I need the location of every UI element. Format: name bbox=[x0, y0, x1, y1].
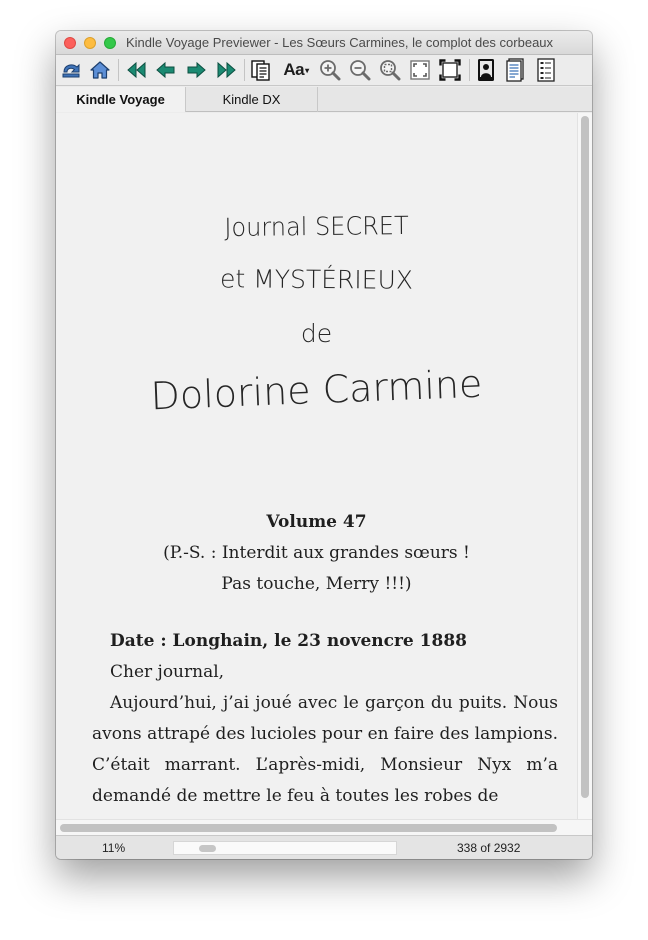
location-indicator: 338 of 2932 bbox=[457, 841, 521, 855]
location-slider[interactable] bbox=[173, 841, 397, 855]
horizontal-scrollbar[interactable] bbox=[56, 819, 592, 835]
table-of-contents-icon bbox=[535, 58, 557, 82]
toolbar-separator bbox=[118, 59, 119, 81]
text-view-button[interactable] bbox=[504, 58, 528, 82]
postscript-line-1: (P.-S. : Interdit aux grandes sœurs ! bbox=[163, 543, 470, 563]
last-page-button[interactable] bbox=[214, 58, 238, 82]
cover-view-button[interactable] bbox=[474, 58, 498, 82]
journal-salutation: Cher journal, bbox=[110, 662, 225, 682]
font-size-label: Aa bbox=[283, 60, 305, 79]
status-bar: 11% 338 of 2932 bbox=[56, 835, 592, 859]
zoom-in-button[interactable] bbox=[318, 58, 342, 82]
book-cover-icon bbox=[475, 58, 497, 82]
title-bar[interactable]: Kindle Voyage Previewer - Les Sœurs Carm… bbox=[56, 31, 592, 55]
toolbar-separator bbox=[469, 59, 470, 81]
book-page[interactable]: Journal SECRET et MYSTÉRIEUX de Dolorine… bbox=[56, 113, 577, 819]
left-arrow-icon bbox=[155, 61, 177, 79]
zoom-out-button[interactable] bbox=[348, 58, 372, 82]
journal-body-paragraph: Aujourd’hui, j’ai joué avec le garçon du… bbox=[92, 693, 558, 806]
font-size-icon: Aa▾ bbox=[283, 60, 309, 80]
document-pages-icon bbox=[250, 59, 272, 81]
full-screen-icon bbox=[439, 59, 461, 81]
journal-title-line-3: de bbox=[300, 319, 333, 348]
close-window-button[interactable] bbox=[64, 37, 76, 49]
journal-date: Date : Longhain, le 23 novencre 1888 bbox=[110, 631, 467, 651]
journal-title-line-2: et MYSTÉRIEUX bbox=[219, 264, 414, 295]
fit-to-window-button[interactable] bbox=[408, 58, 432, 82]
horizontal-scroll-thumb[interactable] bbox=[60, 824, 557, 832]
undo-arrow-icon bbox=[60, 60, 82, 80]
previewer-window: Kindle Voyage Previewer - Les Sœurs Carm… bbox=[56, 31, 592, 859]
double-right-arrow-icon bbox=[215, 61, 237, 79]
page-text-icon bbox=[505, 58, 527, 82]
volume-number: Volume 47 bbox=[266, 512, 367, 532]
next-page-button[interactable] bbox=[184, 58, 208, 82]
journal-title-line-1: Journal SECRET bbox=[224, 210, 409, 243]
back-button[interactable] bbox=[59, 58, 83, 82]
home-icon bbox=[89, 60, 111, 80]
zoom-out-icon bbox=[349, 59, 371, 81]
font-size-button[interactable]: Aa▾ bbox=[279, 58, 313, 82]
first-page-button[interactable] bbox=[125, 58, 149, 82]
postscript-line-2: Pas touche, Merry !!!) bbox=[221, 574, 412, 594]
previous-page-button[interactable] bbox=[154, 58, 178, 82]
font-size-caret: ▾ bbox=[305, 66, 309, 76]
right-arrow-icon bbox=[185, 61, 207, 79]
fit-window-icon bbox=[409, 59, 431, 81]
zoom-in-icon bbox=[319, 59, 341, 81]
minimize-window-button[interactable] bbox=[84, 37, 96, 49]
tab-kindle-dx[interactable]: Kindle DX bbox=[186, 87, 318, 112]
zoom-fit-button[interactable] bbox=[378, 58, 402, 82]
toolbar-separator bbox=[244, 59, 245, 81]
home-button[interactable] bbox=[88, 58, 112, 82]
device-tabs: Kindle Voyage Kindle DX bbox=[56, 87, 592, 112]
toolbar: Aa▾ bbox=[56, 55, 592, 86]
zoom-fit-icon bbox=[379, 59, 401, 81]
zoom-window-button[interactable] bbox=[104, 37, 116, 49]
go-to-button[interactable] bbox=[249, 58, 273, 82]
vertical-scrollbar[interactable] bbox=[577, 113, 592, 819]
table-of-contents-button[interactable] bbox=[534, 58, 558, 82]
tab-kindle-voyage[interactable]: Kindle Voyage bbox=[56, 87, 186, 112]
reading-progress-percent: 11% bbox=[102, 841, 126, 855]
vertical-scroll-thumb[interactable] bbox=[581, 116, 589, 798]
journal-author-name: Dolorine Carmine bbox=[149, 361, 484, 419]
double-left-arrow-icon bbox=[126, 61, 148, 79]
window-title: Kindle Voyage Previewer - Les Sœurs Carm… bbox=[126, 35, 554, 50]
full-screen-button[interactable] bbox=[438, 58, 462, 82]
location-slider-knob[interactable] bbox=[199, 845, 216, 852]
